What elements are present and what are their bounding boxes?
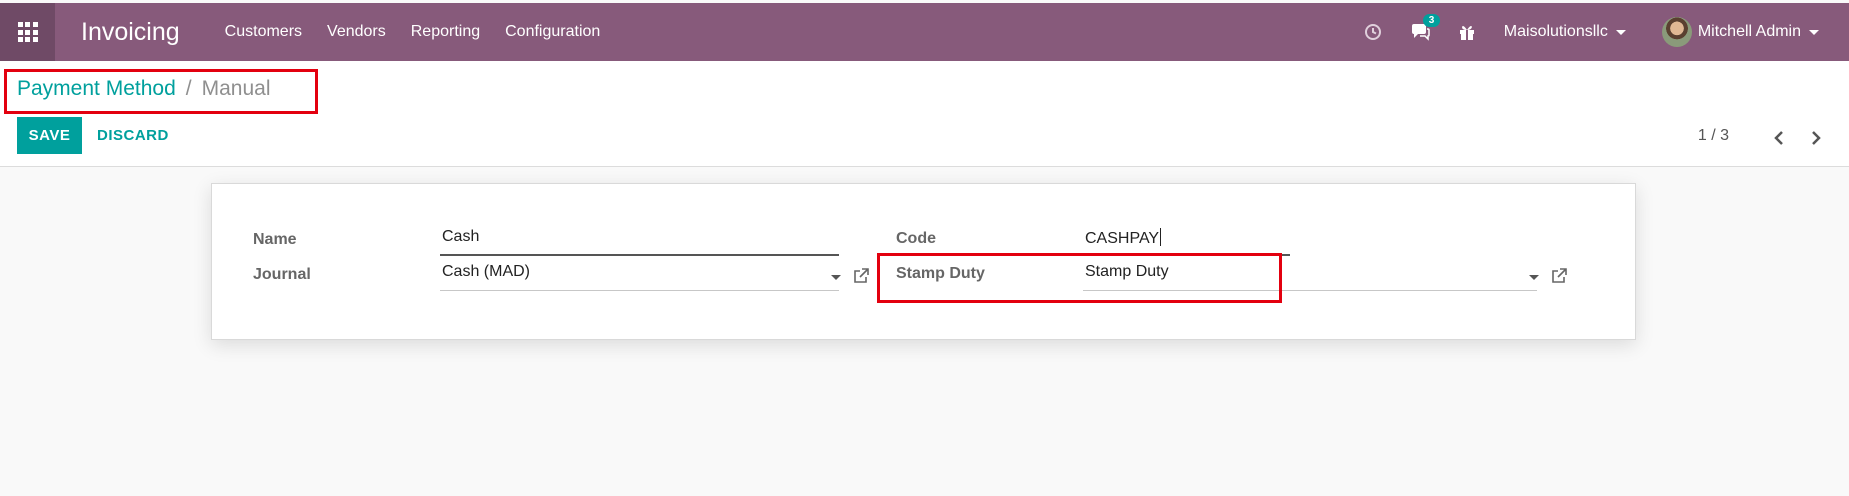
avatar [1661, 17, 1692, 47]
menu-vendors[interactable]: Vendors [327, 23, 386, 41]
pager-next-icon[interactable] [1806, 129, 1824, 147]
chat-icon[interactable]: 3 [1410, 14, 1441, 41]
journal-select[interactable]: Cash (MAD) [440, 261, 839, 291]
clock-icon[interactable] [1364, 23, 1382, 41]
apps-grid-icon [17, 22, 38, 42]
code-label: Code [896, 230, 936, 247]
pager-value: 1 / 3 [1697, 127, 1729, 144]
messages-badge: 3 [1422, 14, 1441, 27]
menu-reporting[interactable]: Reporting [411, 23, 480, 41]
breadcrumb-highlight-box [4, 69, 318, 114]
chevron-down-icon[interactable] [1529, 275, 1539, 280]
company-name: Maisolutionsllc [1503, 23, 1608, 40]
control-panel: Payment Method / Manual SAVE DISCARD 1 /… [0, 61, 1849, 167]
top-navbar: Invoicing Customers Vendors Reporting Co… [0, 3, 1849, 61]
user-menu[interactable]: Mitchell Admin [1661, 17, 1819, 47]
menu-customers[interactable]: Customers [225, 23, 302, 41]
text-cursor [1160, 228, 1162, 246]
name-label: Name [253, 231, 297, 248]
code-input-value: CASHPAY [1085, 230, 1160, 247]
code-input[interactable]: CASHPAY [1083, 226, 1290, 256]
name-input[interactable]: Cash [440, 226, 839, 256]
menu-configuration[interactable]: Configuration [505, 23, 600, 41]
company-switcher[interactable]: Maisolutionsllc [1504, 23, 1626, 41]
journal-label: Journal [253, 266, 311, 283]
chevron-down-icon[interactable] [831, 275, 841, 280]
form-sheet: Name Cash Journal Cash (MAD) Code CASHPA… [211, 183, 1636, 340]
chevron-down-icon [1615, 29, 1626, 35]
external-link-icon[interactable] [1550, 267, 1568, 285]
app-title[interactable]: Invoicing [81, 18, 180, 47]
apps-menu-button[interactable] [0, 3, 55, 61]
save-button[interactable]: SAVE [17, 117, 82, 154]
pager-previous-icon[interactable] [1771, 129, 1789, 147]
navbar-systray: 3 Maisolutionsllc Mitchell Admin [1364, 3, 1849, 61]
name-input-value: Cash [442, 228, 480, 245]
stamp-duty-highlight-box [877, 253, 1282, 303]
user-name: Mitchell Admin [1697, 23, 1801, 40]
discard-button[interactable]: DISCARD [97, 117, 169, 154]
chevron-down-icon [1809, 29, 1819, 35]
journal-select-value: Cash (MAD) [442, 263, 531, 280]
external-link-icon[interactable] [852, 267, 870, 285]
gift-icon[interactable] [1458, 23, 1476, 41]
